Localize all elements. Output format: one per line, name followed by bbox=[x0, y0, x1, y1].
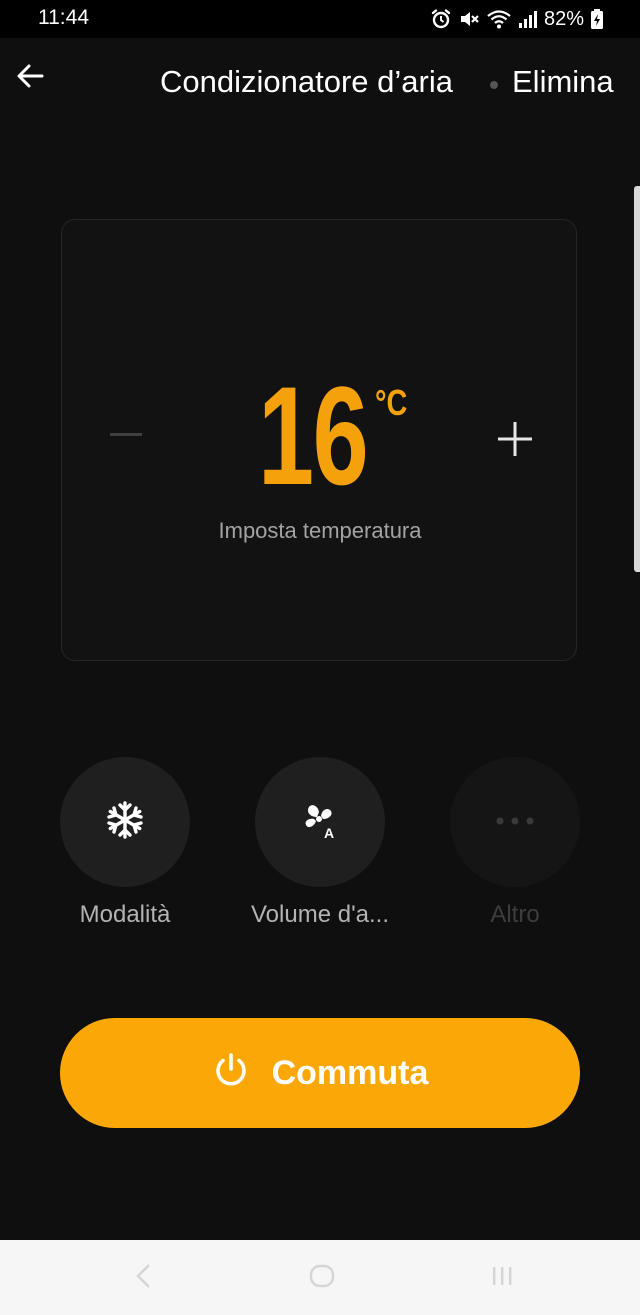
status-bar: 11:44 82% bbox=[0, 0, 640, 38]
temperature-card: 16 °C Imposta temperatura bbox=[61, 219, 577, 661]
nav-recents-button[interactable] bbox=[482, 1260, 522, 1296]
nav-back-icon bbox=[134, 1263, 154, 1294]
svg-text:A: A bbox=[324, 825, 334, 841]
more-button[interactable] bbox=[450, 757, 580, 887]
nav-home-button[interactable] bbox=[302, 1260, 342, 1296]
more-dots-icon bbox=[495, 813, 535, 831]
navigation-bar bbox=[0, 1240, 640, 1315]
status-icons: 82% bbox=[430, 5, 604, 33]
fan-volume-control: A Volume d'a... bbox=[251, 757, 389, 928]
snowflake-icon bbox=[105, 800, 145, 845]
back-button[interactable] bbox=[10, 58, 50, 98]
toggle-power-button[interactable]: Commuta bbox=[60, 1018, 580, 1128]
increase-temperature-button[interactable] bbox=[496, 421, 534, 461]
temperature-value: 16 bbox=[258, 357, 369, 514]
plus-icon bbox=[498, 421, 532, 461]
mute-icon bbox=[458, 8, 480, 30]
status-time: 11:44 bbox=[38, 6, 89, 29]
fan-volume-button[interactable]: A bbox=[255, 757, 385, 887]
header-separator-dot bbox=[490, 81, 498, 89]
fan-auto-icon: A bbox=[298, 798, 342, 847]
more-control: Altro bbox=[450, 757, 580, 928]
signal-icon bbox=[518, 8, 538, 30]
battery-percentage: 82% bbox=[543, 7, 584, 30]
battery-charging-icon bbox=[590, 8, 604, 30]
alarm-icon bbox=[430, 8, 452, 30]
arrow-left-icon bbox=[15, 61, 45, 96]
page-title: Condizionatore d’aria bbox=[160, 64, 453, 99]
nav-back-button[interactable] bbox=[124, 1260, 164, 1296]
decrease-temperature-button[interactable] bbox=[108, 416, 144, 452]
temperature-label: Imposta temperatura bbox=[218, 518, 422, 543]
more-label: Altro bbox=[490, 901, 540, 928]
scrollbar[interactable] bbox=[634, 186, 640, 572]
nav-recents-icon bbox=[489, 1263, 515, 1294]
power-icon bbox=[212, 1052, 250, 1095]
delete-button[interactable]: Elimina bbox=[512, 64, 614, 100]
app-header: Condizionatore d’aria Elimina bbox=[0, 38, 640, 128]
minus-icon bbox=[110, 425, 142, 443]
nav-home-icon bbox=[308, 1263, 336, 1294]
mode-control: Modalità bbox=[60, 757, 190, 928]
temperature-unit: °C bbox=[375, 382, 408, 423]
toggle-label: Commuta bbox=[271, 1053, 429, 1092]
mode-button[interactable] bbox=[60, 757, 190, 887]
wifi-icon bbox=[486, 8, 512, 30]
